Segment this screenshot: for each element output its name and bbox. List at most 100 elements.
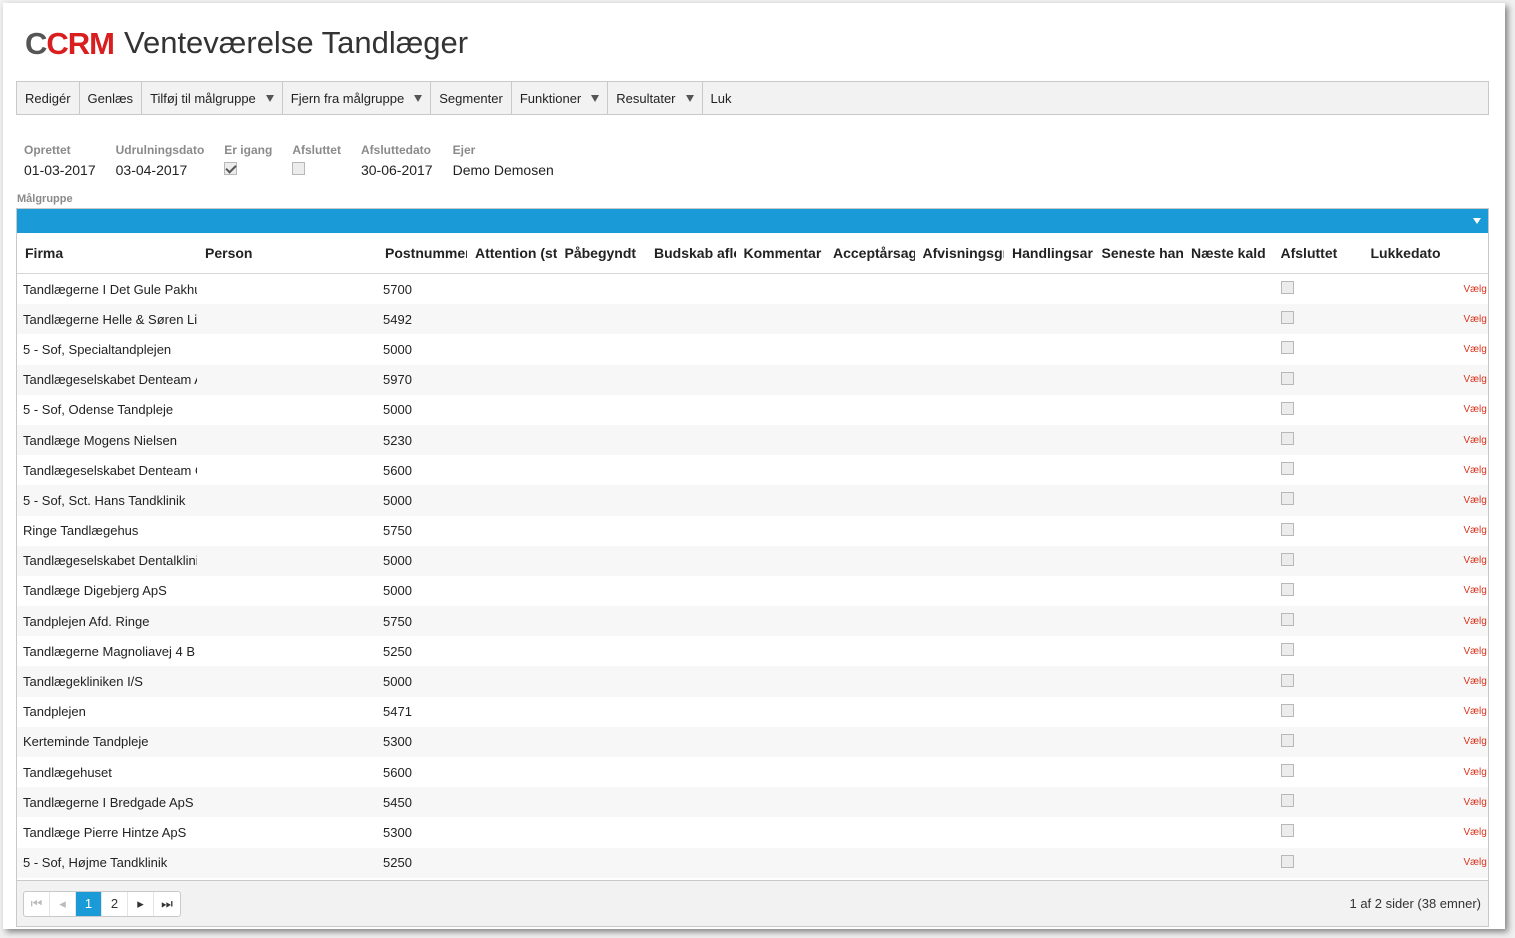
column-header[interactable]: Budskab afle [646,233,736,273]
table-row[interactable]: Tandlægerne I Det Gule Pakhus 5700 Vælg [17,274,1488,304]
add-to-group-dropdown[interactable]: Tilføj til målgruppe [142,82,283,114]
page-button-2[interactable]: 2 [102,891,128,916]
last-page-icon[interactable]: ⏭ [154,892,180,916]
firma-cell: Tandlæge Mogens Nielsen [23,432,177,448]
postnummer-cell: 5250 [383,643,412,659]
choose-link[interactable]: Vælg [1458,435,1489,446]
prev-page-icon[interactable]: ◂ [50,891,76,916]
choose-link[interactable]: Vælg [1458,344,1489,355]
grid-rows: Tandlægerne I Det Gule Pakhus 5700 Vælg Tan… [17,274,1488,878]
postnummer-cell: 5471 [383,704,412,720]
choose-link[interactable]: Vælg [1458,827,1489,838]
column-header[interactable]: Person [197,233,377,273]
choose-link[interactable]: Vælg [1458,676,1489,687]
afsluttet-cell [1273,613,1363,629]
column-header[interactable]: Firma [17,233,197,273]
table-row[interactable]: Kerteminde Tandpleje 5300 Vælg [17,726,1489,757]
afsluttet-cell [1273,854,1363,871]
choose-link[interactable]: Vælg [1458,857,1489,868]
afsluttet-cell [1273,311,1363,327]
row-closed-checkbox [1280,794,1294,808]
table-row[interactable]: Tandlægehuset 5600 Vælg [17,757,1488,787]
choose-link[interactable]: Vælg [1458,616,1489,627]
table-row[interactable]: Tandlæge Digebjerg ApS 5000 Vælg [17,576,1488,606]
choose-link[interactable]: Vælg [1458,284,1489,295]
postnummer-cell: 5300 [383,824,412,840]
column-header[interactable]: Påbegyndt [557,233,647,273]
closed-checkbox[interactable] [292,162,306,175]
choose-link[interactable]: Vælg [1458,585,1489,596]
edit-button[interactable]: Redigér [17,82,80,114]
column-header[interactable]: Postnummer [377,233,467,273]
table-row[interactable]: Tandplejen Afd. Ringe 5750 Vælg [17,606,1489,637]
firma-cell: Tandplejen Afd. Ringe [23,613,150,629]
choose-link[interactable]: Vælg [1458,767,1489,778]
functions-dropdown[interactable]: Funktioner [512,82,609,114]
afsluttet-cell [1273,552,1363,569]
firma-cell: 5 - Sof, Sct. Hans Tandklinik [23,492,186,508]
created-value: 01-03-2017 [24,162,96,178]
table-row[interactable]: Tandplejen 5471 Vælg [17,697,1488,727]
table-row[interactable]: 5 - Sof, Odense Tandpleje 5000 Vælg [17,395,1488,425]
results-label: Resultater [616,90,676,106]
in-progress-checkbox[interactable] [224,162,238,175]
expand-down-icon[interactable] [1473,218,1481,224]
table-row[interactable]: Tandlægekliniken I/S 5000 Vælg [17,666,1489,697]
column-header[interactable]: Seneste han [1094,233,1184,273]
pager-info: 1 af 2 sider (38 emner) [1349,896,1481,911]
grid-group-bar[interactable] [17,209,1488,233]
column-header[interactable]: Kommentar [736,233,826,273]
postnummer-cell: 5000 [383,583,412,599]
edit-button-label: Redigér [25,90,71,106]
afsluttet-cell [1273,401,1363,418]
table-row[interactable]: Tandlægerne Magnoliavej 4 B 5250 Vælg [17,636,1488,666]
table-row[interactable]: Tandlæge Mogens Nielsen 5230 Vælg [17,424,1489,456]
table-row[interactable]: Tandlægeselskabet Dentalklinik 5000 Vælg [17,545,1489,576]
next-page-icon[interactable]: ▸ [128,891,154,916]
firma-cell: Kerteminde Tandpleje [23,734,149,750]
column-header[interactable]: Lukkedato [1363,233,1458,273]
column-header[interactable]: Afsluttet [1273,233,1363,273]
table-row[interactable]: Tandlægerne Helle & Søren Li 5492 Vælg [17,304,1489,335]
choose-link[interactable]: Vælg [1458,374,1489,385]
page-button-1[interactable]: 1 [76,891,102,916]
choose-link[interactable]: Vælg [1458,646,1489,657]
table-row[interactable]: 5 - Sof, Højme Tandklinik 5250 Vælg [17,847,1489,878]
column-header[interactable]: Handlingsar [1004,233,1094,273]
reload-button-label: Genlæs [87,90,134,106]
pager-buttons: ⏮ ◂ 1 2 ▸ ⏭ [23,890,181,917]
remove-from-group-dropdown[interactable]: Fjern fra målgruppe [283,82,432,114]
column-header[interactable]: Acceptårsag [825,233,915,273]
table-row[interactable]: Tandlægerne I Bredgade ApS 5450 Vælg [17,787,1489,818]
table-row[interactable]: 5 - Sof, Sct. Hans Tandklinik 5000 Vælg [17,485,1489,516]
owner-field: Ejer Demo Demosen [453,143,554,180]
choose-link[interactable]: Vælg [1458,404,1489,415]
choose-link[interactable]: Vælg [1458,736,1489,747]
choose-link[interactable]: Vælg [1458,797,1489,808]
first-page-icon[interactable]: ⏮ [24,891,50,916]
table-row[interactable]: Ringe Tandlægehus 5750 Vælg [17,516,1488,546]
column-header[interactable]: Afvisningsgr [915,233,1005,273]
owner-label: Ejer [452,143,476,157]
results-dropdown[interactable]: Resultater [608,82,703,114]
row-closed-checkbox [1280,462,1294,476]
column-header[interactable]: Attention (st [467,233,557,273]
table-row[interactable]: Tandlægeselskabet Denteam A 5970 Vælg [17,364,1489,395]
choose-link[interactable]: Vælg [1458,314,1489,325]
afsluttet-cell [1273,462,1363,478]
table-row[interactable]: Tandlægeselskabet Denteam O 5600 Vælg [17,455,1488,485]
close-button[interactable]: Luk [703,82,740,114]
table-row[interactable]: Tandlæge Pierre Hintze ApS 5300 Vælg [17,817,1488,847]
segments-button[interactable]: Segmenter [431,82,512,114]
choose-link[interactable]: Vælg [1458,465,1489,476]
table-row[interactable]: 5 - Sof, Specialtandplejen 5000 Vælg [17,334,1488,364]
choose-link[interactable]: Vælg [1458,495,1489,506]
reload-button[interactable]: Genlæs [80,82,143,114]
choose-link[interactable]: Vælg [1458,706,1489,717]
afsluttet-cell [1273,794,1363,810]
row-closed-checkbox [1280,401,1294,415]
column-header[interactable]: Næste kald [1183,233,1273,273]
choose-link[interactable]: Vælg [1458,525,1489,536]
row-closed-checkbox [1280,673,1294,687]
choose-link[interactable]: Vælg [1458,555,1489,566]
